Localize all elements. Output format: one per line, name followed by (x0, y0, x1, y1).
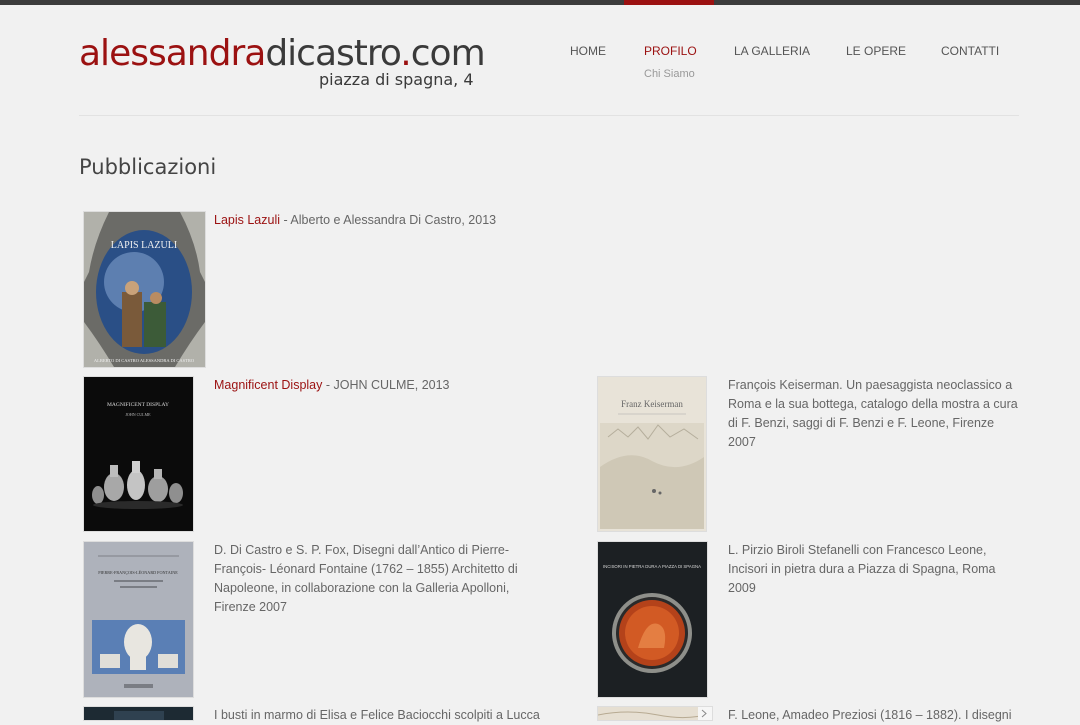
publication-6-text: I busti in marmo di Elisa e Felice Bacio… (214, 708, 540, 722)
cover-magnificent-title: MAGNIFICENT DISPLAY (107, 402, 169, 408)
page-title: Pubblicazioni (79, 155, 217, 179)
logo-part-dicastro: dicastro (265, 33, 401, 74)
cover-keiserman[interactable]: Franz Keiserman (598, 377, 706, 531)
cover-lapis-title: LAPIS LAZULI (111, 240, 177, 251)
publication-link-lapis-lazuli[interactable]: Lapis Lazuli (214, 213, 280, 227)
logo-tagline: piazza di spagna, 4 (319, 70, 474, 89)
nav-active-indicator-top (624, 0, 714, 5)
nav-item-la-galleria[interactable]: LA GALLERIA (734, 44, 810, 58)
cover-lapis-lazuli[interactable]: LAPIS LAZULI ALBERTO DI CASTRO ALESSANDR… (84, 212, 205, 367)
nav-item-profilo[interactable]: PROFILO (644, 44, 697, 58)
cover-magnificent-display[interactable]: MAGNIFICENT DISPLAY JOHN CULME (84, 377, 193, 531)
nav-item-contatti[interactable]: CONTATTI (941, 44, 999, 58)
publication-7-text: F. Leone, Amadeo Preziosi (1816 – 1882).… (728, 708, 1012, 722)
nav-item-le-opere[interactable]: LE OPERE (846, 44, 906, 58)
publication-2-details: - JOHN CULME, 2013 (322, 378, 450, 392)
cover-fontaine-title: PIERRE-FRANÇOIS-LÉONARD FONTAINE (98, 570, 178, 575)
cover-incisori[interactable]: INCISORI IN PIETRA DURA A PIAZZA DI SPAG… (598, 542, 707, 697)
cover-baciocchi[interactable] (84, 707, 193, 720)
publication-link-magnificent-display[interactable]: Magnificent Display (214, 378, 322, 392)
publication-5-text: L. Pirzio Biroli Stefanelli con Francesc… (728, 543, 996, 595)
logo-wordmark[interactable]: alessandradicastro.com (79, 33, 486, 74)
publication-1-details: - Alberto e Alessandra Di Castro, 2013 (280, 213, 497, 227)
cover-incisori-title: INCISORI IN PIETRA DURA A PIAZZA DI SPAG… (603, 564, 701, 569)
publication-4-text: D. Di Castro e S. P. Fox, Disegni dall’A… (214, 543, 518, 614)
cover-preziosi[interactable] (598, 707, 712, 720)
logo-part-alessandra: alessandra (79, 33, 266, 74)
publication-2-text: Magnificent Display - JOHN CULME, 2013 (214, 376, 534, 395)
header-divider (79, 115, 1019, 116)
top-bar (0, 0, 1080, 5)
logo-dot: . (400, 33, 411, 74)
publication-1-text: Lapis Lazuli - Alberto e Alessandra Di C… (214, 211, 534, 230)
cover-magnificent-author: JOHN CULME (125, 412, 151, 417)
cover-keiserman-title: Franz Keiserman (621, 399, 683, 409)
nav-item-home[interactable]: HOME (570, 44, 606, 58)
nav-subitem-chi-siamo[interactable]: Chi Siamo (644, 68, 695, 80)
publication-3-text: François Keiserman. Un paesaggista neocl… (728, 378, 1018, 449)
site-logo[interactable]: alessandradicastro.com piazza di spagna,… (79, 33, 486, 90)
logo-part-com: com (410, 33, 486, 74)
cover-lapis-footer: ALBERTO DI CASTRO ALESSANDRA DI CASTRO (94, 358, 195, 363)
cover-fontaine[interactable]: PIERRE-FRANÇOIS-LÉONARD FONTAINE (84, 542, 193, 697)
